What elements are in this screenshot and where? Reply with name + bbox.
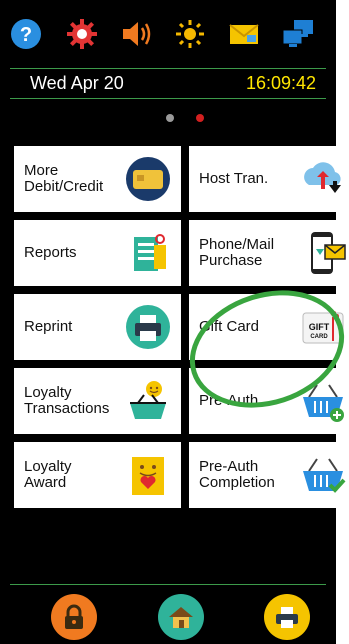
- reports-icon: [123, 228, 173, 278]
- tile-loyalty-award[interactable]: Loyalty Award: [14, 442, 181, 508]
- home-button[interactable]: [158, 594, 204, 640]
- tile-label: Pre-Auth Completion: [199, 458, 275, 491]
- printer-icon: [123, 302, 173, 352]
- printer-icon: [276, 607, 298, 628]
- date-time-bar: Wed Apr 20 16:09:42: [0, 68, 336, 99]
- volume-icon[interactable]: [118, 16, 154, 52]
- tile-gift-card[interactable]: Gift Card GIFT CARD: [189, 294, 349, 360]
- date-label: Wed Apr 20: [30, 73, 124, 93]
- phone-mail-icon: [298, 228, 348, 278]
- svg-text:?: ?: [20, 24, 32, 46]
- divider: [10, 584, 326, 585]
- print-button[interactable]: [264, 594, 310, 640]
- device: ? Wed Apr 20 16:09:42 More Debit/Credit …: [0, 0, 349, 644]
- tile-label: Reprint: [24, 318, 73, 335]
- tile-loyalty-transactions[interactable]: Loyalty Transactions: [14, 368, 181, 434]
- network-icon[interactable]: [280, 16, 316, 52]
- page-dot-2-active[interactable]: [196, 114, 204, 122]
- tile-label: Gift Card: [199, 318, 260, 335]
- tile-reprint[interactable]: Reprint: [14, 294, 181, 360]
- gift-card-icon: GIFT CARD: [298, 302, 348, 352]
- tile-pre-auth-completion[interactable]: Pre-Auth Completion: [189, 442, 349, 508]
- tile-phone-mail-purchase[interactable]: Phone/Mail Purchase: [189, 220, 349, 286]
- tile-label: Loyalty Award: [24, 458, 72, 491]
- tile-reports[interactable]: Reports: [14, 220, 181, 286]
- tile-label: Reports: [24, 244, 77, 261]
- bottom-bar: [0, 584, 336, 644]
- lock-button[interactable]: [51, 594, 97, 640]
- tile-label: Pre-Auth: [199, 392, 259, 409]
- settings-gear-icon[interactable]: [64, 16, 100, 52]
- svg-text:GIFT: GIFT: [309, 322, 330, 332]
- tile-label: Phone/Mail Purchase: [199, 236, 275, 269]
- brightness-icon[interactable]: [172, 16, 208, 52]
- loyalty-award-icon: [123, 450, 173, 500]
- message-icon[interactable]: [226, 16, 262, 52]
- status-bar: ?: [0, 0, 336, 66]
- divider: [10, 68, 326, 69]
- help-icon[interactable]: ?: [8, 16, 44, 52]
- card-icon: [123, 154, 173, 204]
- tile-host-tran[interactable]: Host Tran.: [189, 146, 349, 212]
- basket-check-icon: [298, 450, 348, 500]
- loyalty-basket-icon: [123, 376, 173, 426]
- divider: [10, 98, 326, 99]
- page-indicator: [0, 110, 336, 126]
- tile-pre-auth[interactable]: Pre-Auth: [189, 368, 349, 434]
- lock-icon: [65, 604, 83, 629]
- tile-label: Loyalty Transactions: [24, 384, 110, 417]
- cloud-transfer-icon: [298, 154, 348, 204]
- tile-more-debit-credit[interactable]: More Debit/Credit: [14, 146, 181, 212]
- home-icon: [169, 607, 193, 628]
- time-label: 16:09:42: [246, 73, 317, 93]
- tile-label: Host Tran.: [199, 170, 269, 187]
- svg-text:CARD: CARD: [310, 334, 328, 340]
- basket-plus-icon: [298, 376, 348, 426]
- tile-label: More Debit/Credit: [24, 162, 104, 195]
- page-dot-1[interactable]: [166, 114, 174, 122]
